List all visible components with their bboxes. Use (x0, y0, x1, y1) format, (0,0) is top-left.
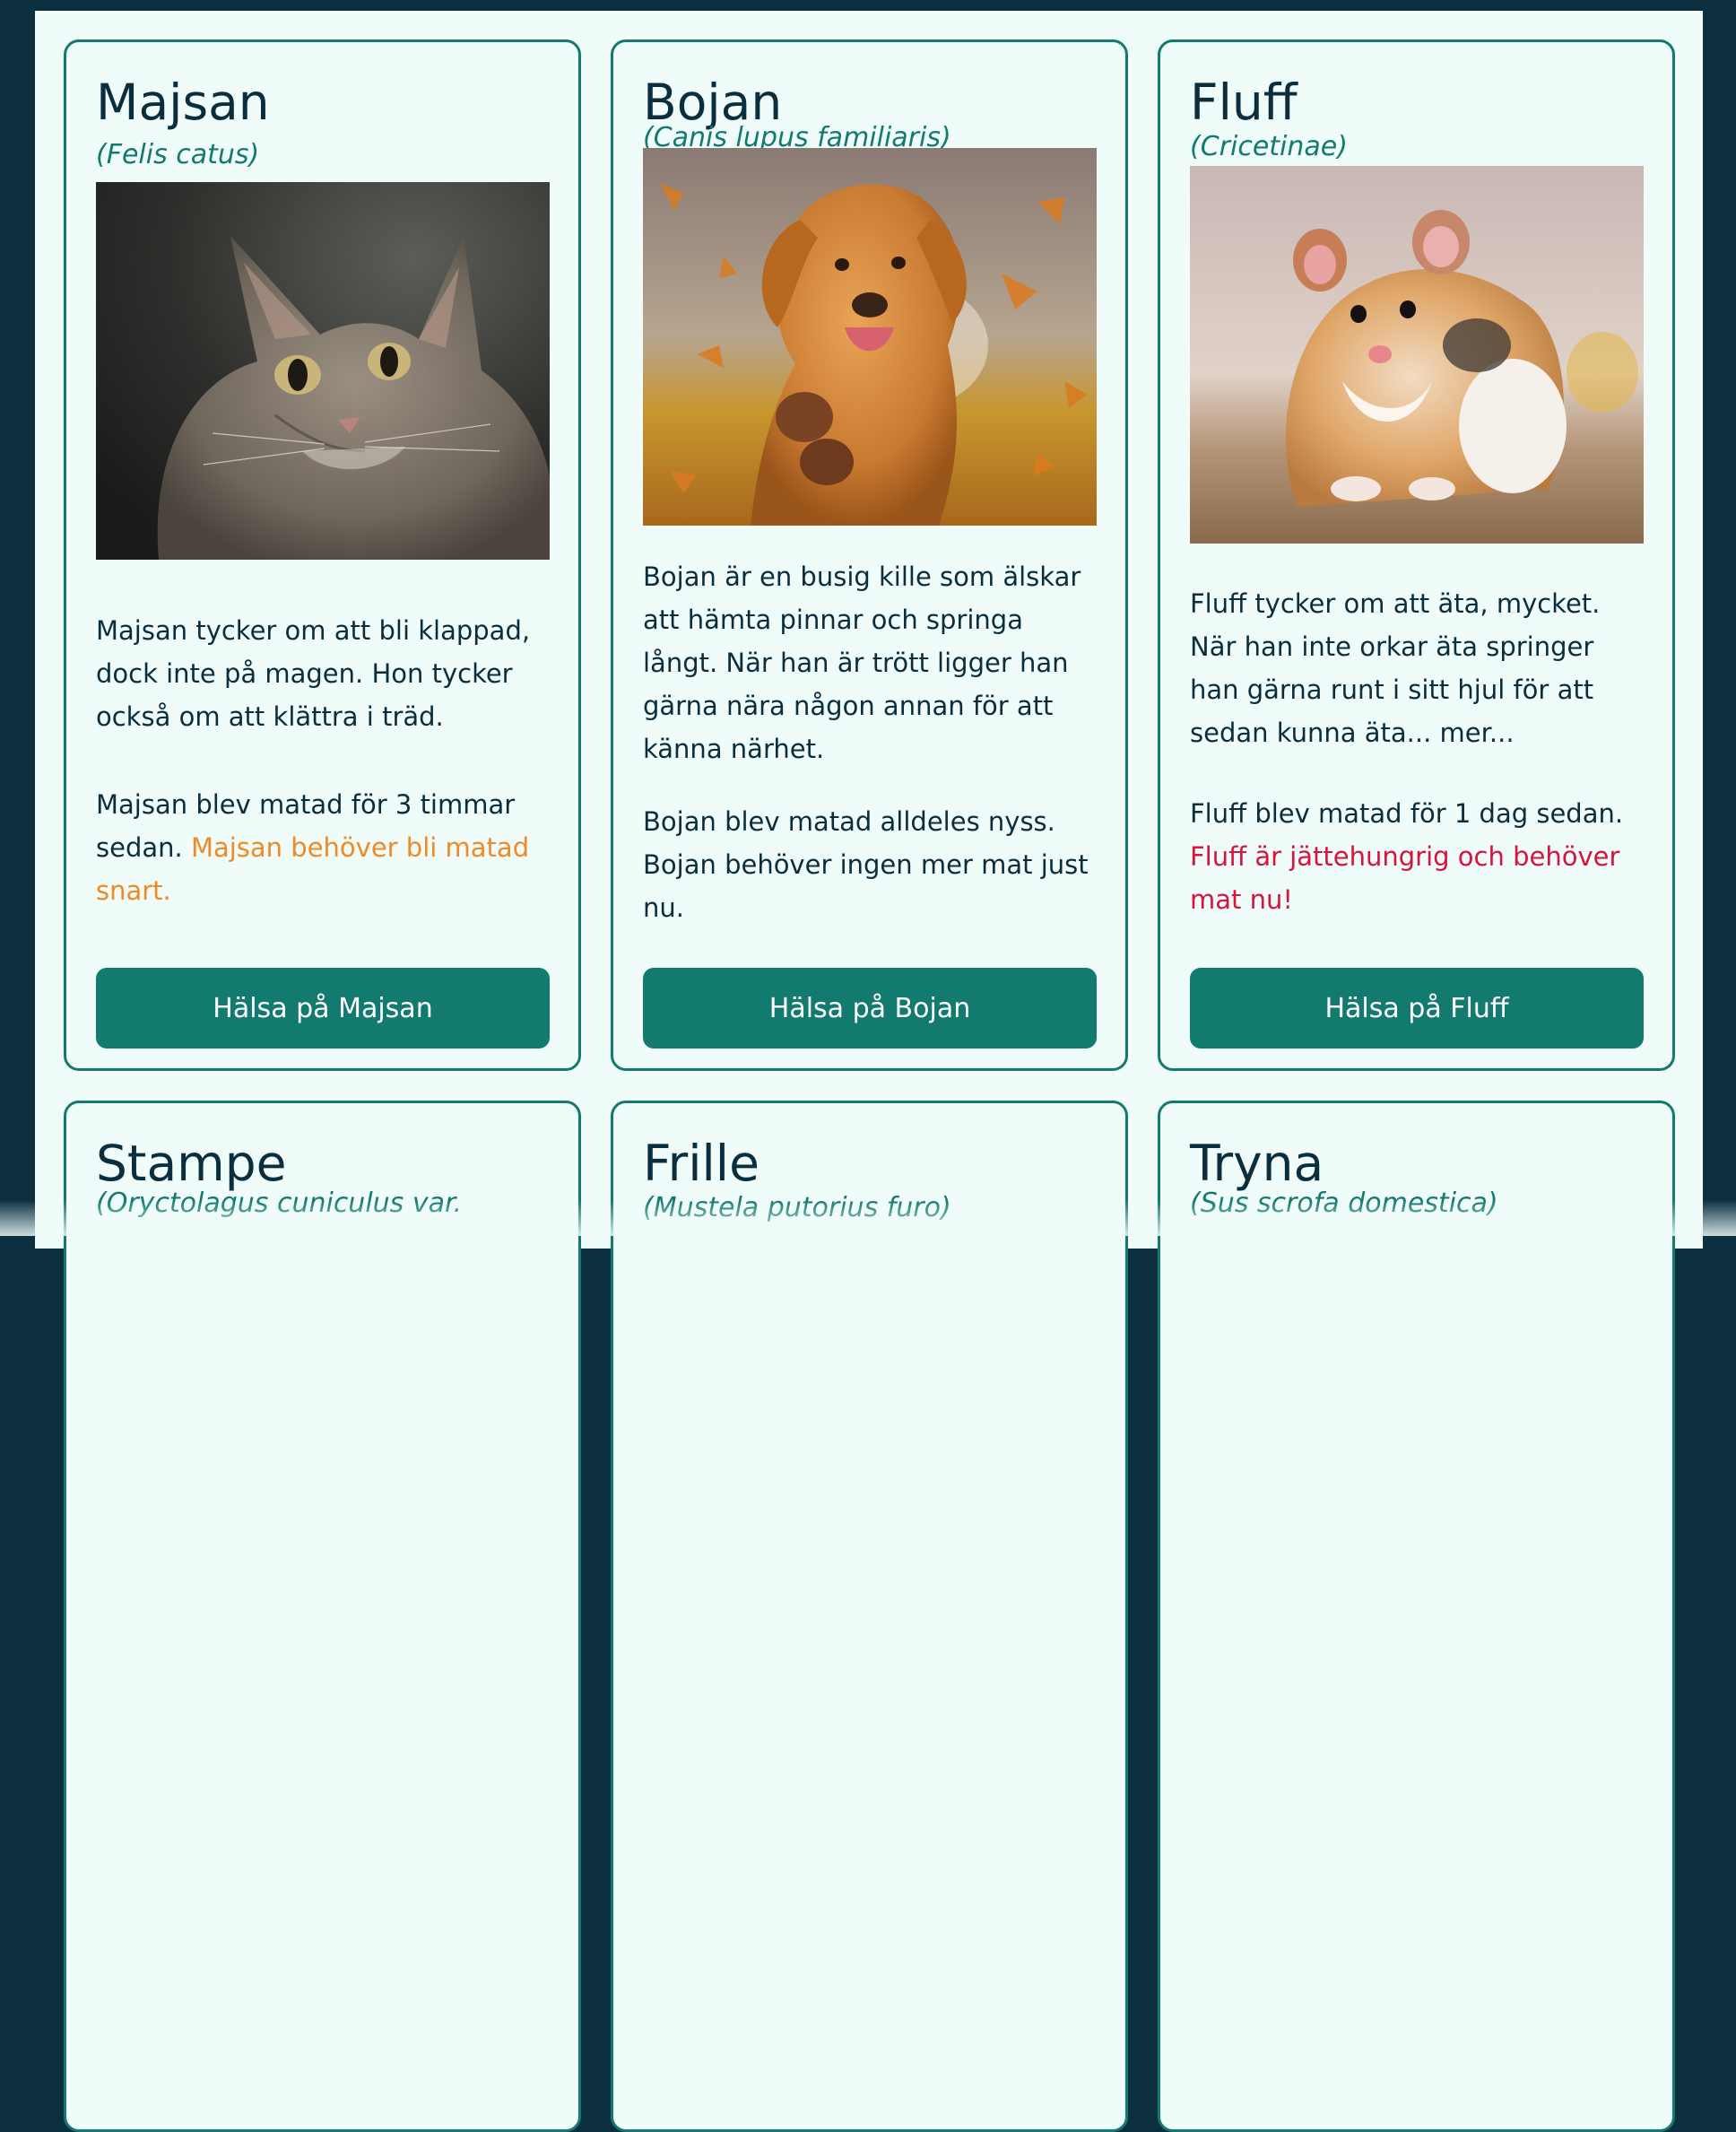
fed-text: Bojan blev matad alldeles nyss. (643, 806, 1055, 837)
pet-name: Stampe (96, 1135, 287, 1192)
visit-majsan-button[interactable]: Hälsa på Majsan (96, 968, 550, 1049)
pet-name: Majsan (96, 74, 270, 131)
pet-latin-name: (Cricetinae) (1190, 131, 1348, 162)
visit-bojan-button[interactable]: Hälsa på Bojan (643, 968, 1097, 1049)
scroll-fade (0, 1200, 1736, 1236)
pet-card-tryna: Tryna (Sus scrofa domestica) (1158, 1101, 1675, 2132)
hamster-photo (1190, 166, 1644, 544)
pet-description: Fluff tycker om att äta, mycket. När han… (1190, 588, 1601, 748)
hunger-warning: Fluff är jättehungrig och behöver mat nu… (1190, 841, 1620, 915)
pet-card-fluff: Fluff (Cricetinae) Fluff tycker om att ä… (1158, 39, 1675, 1071)
fed-text: Fluff blev matad för 1 dag sedan. (1190, 798, 1624, 829)
visit-fluff-button[interactable]: Hälsa på Fluff (1190, 968, 1644, 1049)
dog-photo (643, 148, 1097, 526)
pet-feeding-status: Bojan blev matad alldeles nyss. Bojan be… (643, 800, 1102, 929)
pet-feeding-status: Fluff blev matad för 1 dag sedan. Fluff … (1190, 792, 1649, 921)
pet-card-bojan: Bojan (Canis lupus familiaris) Bojan är … (611, 39, 1128, 1071)
pet-card-stampe: Stampe (Oryctolagus cuniculus var. (64, 1101, 581, 2132)
pet-name: Frille (643, 1135, 760, 1192)
pet-list-page: Majsan (Felis catus) Majsan tycker om at… (35, 11, 1703, 2132)
pet-name: Tryna (1190, 1135, 1324, 1192)
pet-description: Bojan är en busig kille som älskar att h… (643, 561, 1081, 764)
pet-card-frille: Frille (Mustela putorius furo) (611, 1101, 1128, 2132)
pet-feeding-status: Majsan blev matad för 3 timmar sedan. Ma… (96, 783, 555, 912)
pet-latin-name: (Felis catus) (96, 139, 260, 170)
pet-description: Majsan tycker om att bli klappad, dock i… (96, 615, 531, 732)
cat-photo (96, 182, 550, 560)
pet-card-majsan: Majsan (Felis catus) Majsan tycker om at… (64, 39, 581, 1071)
pet-name: Bojan (643, 74, 783, 131)
pet-name: Fluff (1190, 74, 1298, 131)
hunger-status: Bojan behöver ingen mer mat just nu. (643, 849, 1089, 923)
